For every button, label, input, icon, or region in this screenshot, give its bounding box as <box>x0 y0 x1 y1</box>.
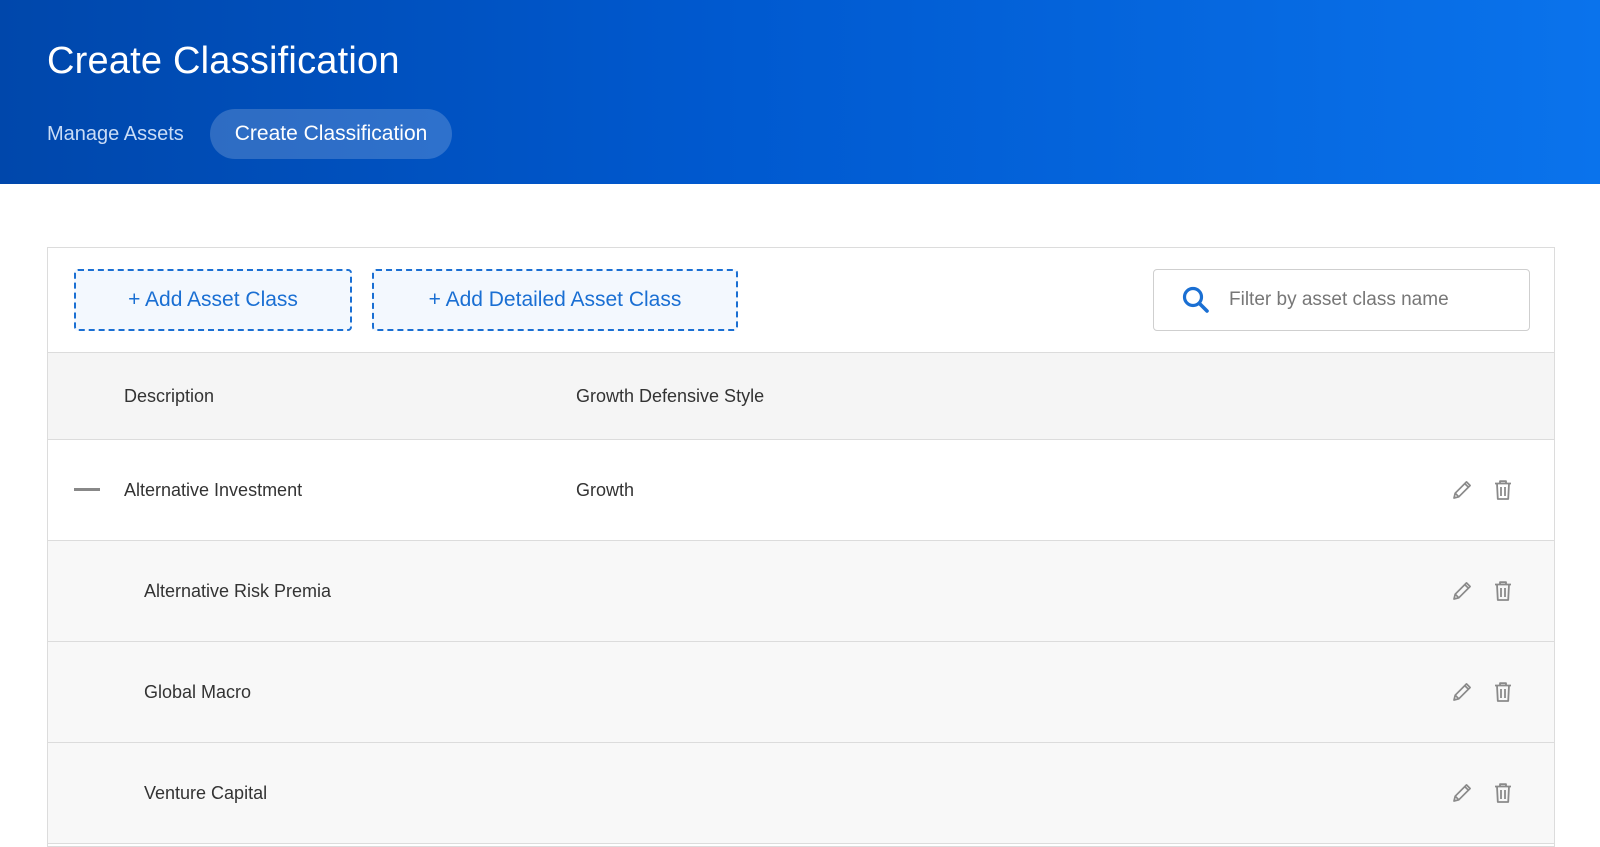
row-actions <box>1449 440 1516 540</box>
row-actions <box>1449 541 1516 641</box>
trash-icon[interactable] <box>1490 477 1516 503</box>
table-row[interactable]: Alternative Risk Premia <box>48 541 1554 642</box>
page-header: Create Classification Manage Assets Crea… <box>0 0 1600 184</box>
table-row[interactable]: Global Macro <box>48 642 1554 743</box>
column-header-style[interactable]: Growth Defensive Style <box>576 353 764 439</box>
row-description: Global Macro <box>144 681 252 702</box>
row-style: Growth <box>576 479 635 500</box>
nav-manage-assets[interactable]: Manage Assets <box>47 123 184 146</box>
row-description: Alternative Investment <box>124 479 303 500</box>
trash-icon[interactable] <box>1490 578 1516 604</box>
search-input[interactable] <box>1229 289 1519 311</box>
table-row[interactable]: Venture Capital <box>48 743 1554 844</box>
row-description: Alternative Risk Premia <box>144 580 332 601</box>
toolbar: + Add Asset Class + Add Detailed Asset C… <box>48 248 1554 352</box>
edit-icon[interactable] <box>1449 679 1475 705</box>
nav-create-classification[interactable]: Create Classification <box>209 109 453 159</box>
row-actions <box>1449 642 1516 742</box>
row-actions <box>1449 743 1516 843</box>
classification-panel: + Add Asset Class + Add Detailed Asset C… <box>47 247 1555 847</box>
search-icon[interactable] <box>1181 285 1211 315</box>
edit-icon[interactable] <box>1449 578 1475 604</box>
breadcrumb-nav: Manage Assets Create Classification <box>47 109 453 159</box>
add-asset-class-button[interactable]: + Add Asset Class <box>74 269 352 331</box>
table-header: Description Growth Defensive Style <box>48 352 1554 440</box>
table-row[interactable]: Alternative Investment Growth <box>48 440 1554 541</box>
trash-icon[interactable] <box>1490 679 1516 705</box>
column-header-description[interactable]: Description <box>124 353 214 439</box>
edit-icon[interactable] <box>1449 477 1475 503</box>
row-description: Venture Capital <box>144 782 268 803</box>
collapse-icon[interactable] <box>74 488 100 491</box>
edit-icon[interactable] <box>1449 780 1475 806</box>
trash-icon[interactable] <box>1490 780 1516 806</box>
add-detailed-asset-class-button[interactable]: + Add Detailed Asset Class <box>372 269 738 331</box>
page-title: Create Classification <box>47 40 400 82</box>
search-box <box>1153 269 1530 331</box>
